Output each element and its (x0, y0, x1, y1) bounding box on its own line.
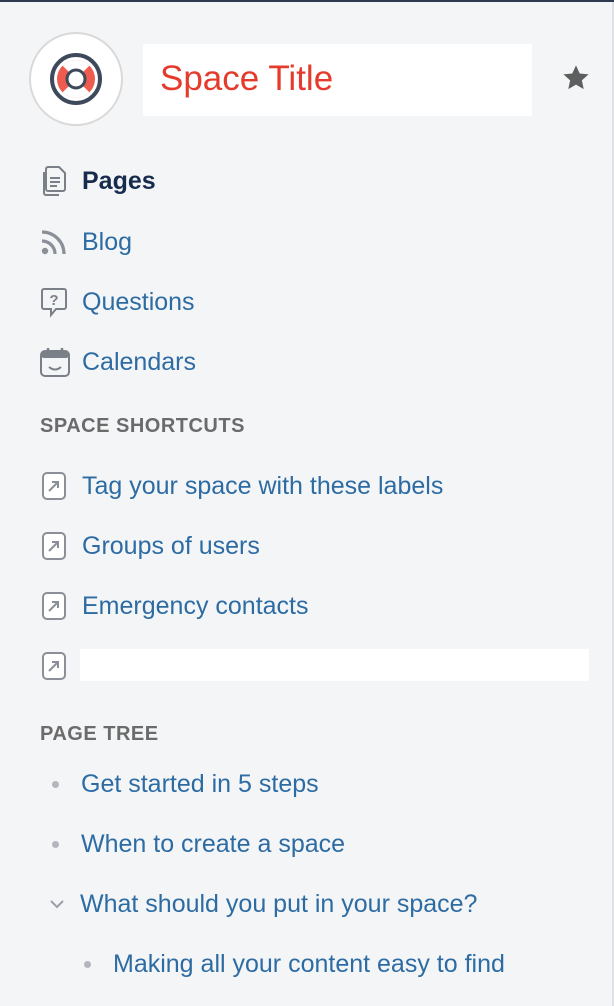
shortcut-label: Tag your space with these labels (82, 471, 444, 500)
tree-item[interactable]: When to create a space (52, 824, 345, 864)
tree-item[interactable]: Making all your content easy to find (84, 944, 505, 984)
tree-item[interactable]: Get started in 5 steps (52, 764, 319, 804)
shortcut-item[interactable]: Groups of users (41, 526, 260, 566)
calendar-icon (39, 346, 71, 378)
space-sidebar: Space Title Pages Blog ? Questions Calen… (0, 2, 614, 1006)
nav-item-label: Questions (82, 287, 195, 316)
bullet-icon (52, 840, 59, 848)
bullet-icon (84, 960, 91, 968)
nav-item-questions[interactable]: ? Questions (39, 282, 195, 322)
nav-item-label: Blog (82, 227, 133, 256)
star-icon[interactable] (560, 62, 592, 99)
nav-item-label: Calendars (82, 347, 196, 376)
space-title: Space Title (160, 59, 334, 98)
shortcut-label: Groups of users (82, 531, 260, 560)
lifebuoy-icon (50, 53, 102, 105)
tree-item-label: Get started in 5 steps (81, 769, 319, 798)
external-link-icon (41, 590, 69, 622)
space-shortcuts-heading: SPACE SHORTCUTS (40, 415, 245, 437)
shortcut-item[interactable] (41, 646, 82, 686)
shortcut-item[interactable]: Tag your space with these labels (41, 466, 443, 506)
question-icon: ? (39, 286, 71, 318)
space-logo[interactable] (29, 32, 123, 126)
shortcut-label: Emergency contacts (82, 591, 309, 620)
shortcut-item[interactable]: Emergency contacts (41, 586, 309, 626)
nav-item-calendars[interactable]: Calendars (39, 342, 196, 382)
tree-item[interactable]: What should you put in your space? (48, 884, 477, 924)
pages-icon (39, 165, 71, 197)
rss-icon (39, 226, 71, 258)
redacted-shortcut-field[interactable] (80, 649, 589, 681)
tree-item-label: Making all your content easy to find (113, 949, 505, 978)
tree-item-label: What should you put in your space? (80, 889, 478, 918)
nav-item-pages[interactable]: Pages (39, 161, 156, 201)
tree-item-label: When to create a space (81, 829, 346, 858)
chevron-down-icon[interactable] (48, 898, 66, 910)
nav-item-label: Pages (82, 166, 156, 195)
external-link-icon (41, 650, 69, 682)
page-tree-heading: PAGE TREE (40, 723, 159, 745)
nav-item-blog[interactable]: Blog (39, 222, 132, 262)
bullet-icon (52, 780, 59, 788)
svg-text:?: ? (49, 292, 58, 309)
space-title-box[interactable]: Space Title (143, 44, 532, 116)
external-link-icon (41, 530, 69, 562)
external-link-icon (41, 470, 69, 502)
